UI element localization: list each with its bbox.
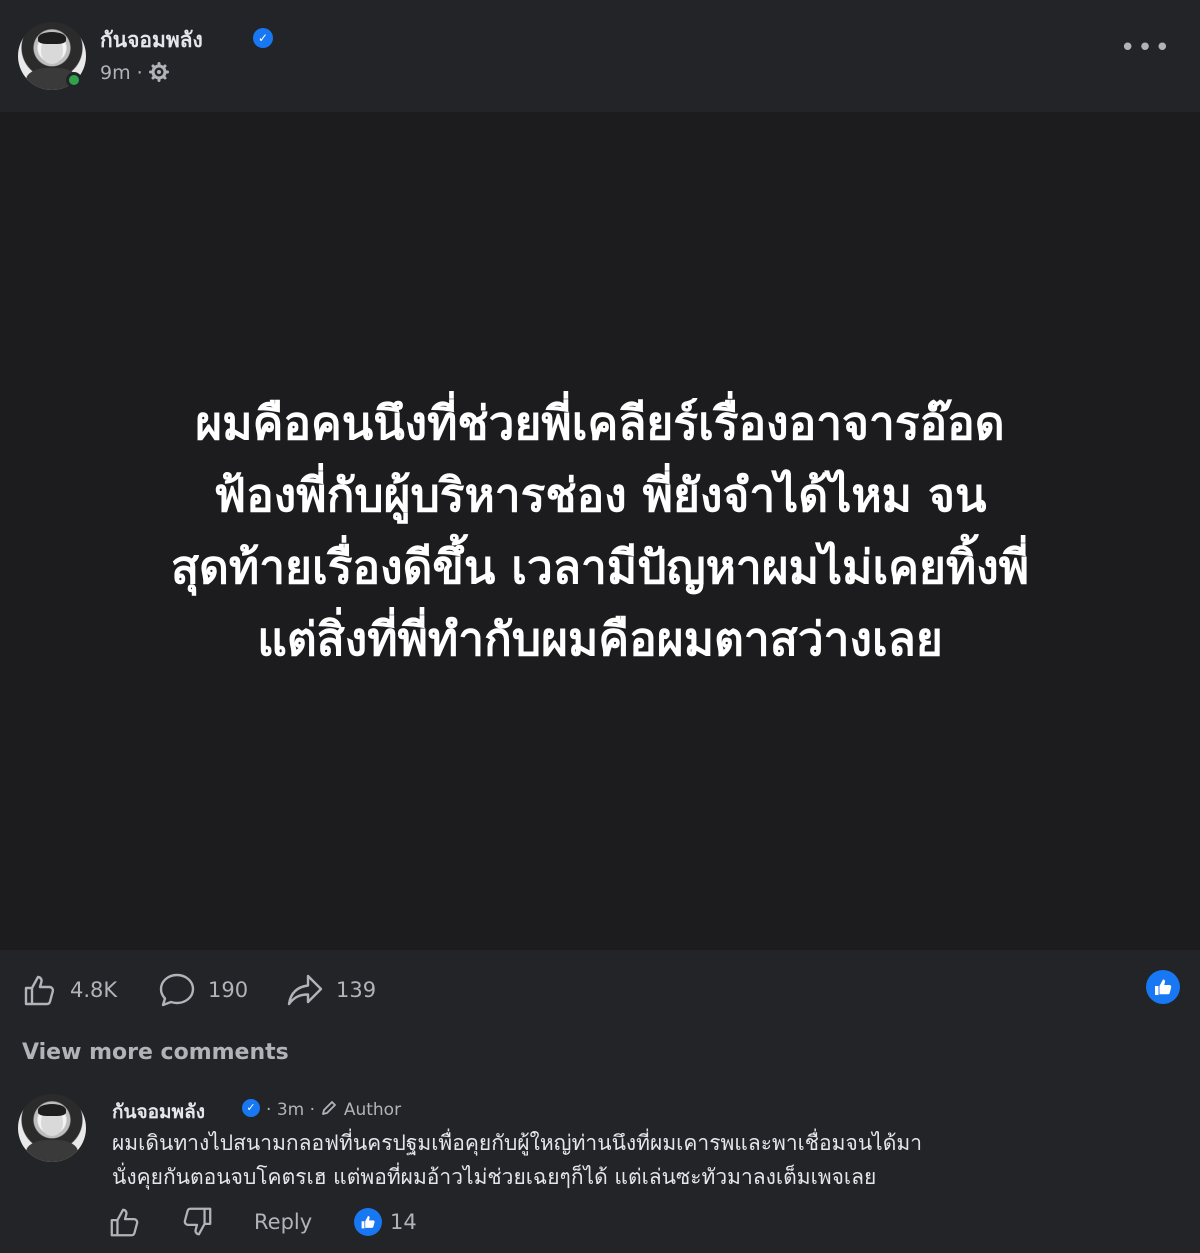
avatar-shirt: [26, 1140, 78, 1162]
share-button[interactable]: 139: [286, 972, 376, 1008]
post-image[interactable]: ผมคือคนนึงที่ช่วยพี่เคลียร์เรื่องอาจารอ๊…: [0, 112, 1200, 950]
comment-text-line: ผมเดินทางไปสนามกลอฟที่นครปฐมเพื่อคุยกับผ…: [112, 1131, 923, 1155]
comment-count: 190: [208, 978, 249, 1002]
comment-text-line: นั่งคุยกันตอนจบโคตรเฮ แต่พอที่ผมอ้าวไม่ช…: [112, 1165, 877, 1189]
verified-badge-icon: ✓: [253, 28, 273, 48]
post-text-line: ผมคือคนนึงที่ช่วยพี่เคลียร์เรื่องอาจารอ๊…: [195, 396, 1005, 450]
view-more-comments-link[interactable]: View more comments: [22, 1040, 289, 1065]
share-count: 139: [336, 978, 377, 1002]
thumbs-down-icon: [183, 1207, 212, 1236]
author-badge: Author: [343, 1100, 402, 1120]
verified-badge-icon: ✓: [242, 1099, 260, 1117]
post-header: กันจอมพลัง ✓ 9m · •••: [0, 0, 1200, 112]
comment-reactions[interactable]: 14: [354, 1202, 417, 1242]
meta-separator: ·: [136, 62, 143, 84]
post-text-line: แต่สิ่งที่พี่ทำกับผมคือผมตาสว่างเลย: [257, 612, 943, 666]
post-image-text: ผมคือคนนึงที่ช่วยพี่เคลียร์เรื่องอาจารอ๊…: [60, 387, 1140, 675]
post-time[interactable]: 9m: [100, 62, 131, 84]
post-text-line: ฟ้องพี่กับผู้บริหารช่อง พี่ยังจำได้ไหม จ…: [213, 468, 987, 522]
comment-like-button[interactable]: [108, 1202, 142, 1242]
online-status-dot: [66, 72, 82, 88]
comment-reply-button[interactable]: Reply: [254, 1202, 312, 1242]
share-arrow-icon: [287, 974, 323, 1006]
like-count: 4.8K: [70, 978, 118, 1002]
post-author-name[interactable]: กันจอมพลัง: [100, 24, 203, 57]
post-meta: 9m ·: [100, 62, 169, 87]
more-options-icon[interactable]: •••: [1120, 35, 1172, 61]
post-actions-bar: 4.8K 190 139: [0, 950, 1200, 1028]
comment-actions: Reply 14: [108, 1202, 508, 1242]
pencil-icon: [320, 1099, 338, 1122]
comment-dislike-button[interactable]: [180, 1202, 214, 1242]
comment-time[interactable]: 3m: [277, 1100, 304, 1120]
avatar-hair: [38, 1104, 66, 1116]
thumbs-up-icon: [24, 975, 55, 1006]
comment-bubble-icon: [159, 973, 195, 1007]
like-reaction-icon: [354, 1208, 382, 1236]
comment-author-name[interactable]: กันจอมพลัง: [112, 1097, 205, 1127]
like-button[interactable]: 4.8K: [22, 972, 117, 1008]
post-text-line: สุดท้ายเรื่องดีขึ้น เวลามีปัญหาผมไม่เคยท…: [170, 540, 1030, 594]
meta-separator: ·: [309, 1100, 316, 1120]
comment-text: ผมเดินทางไปสนามกลอฟที่นครปฐมเพื่อคุยกับผ…: [112, 1126, 1152, 1194]
gear-icon: [148, 62, 169, 87]
commenter-avatar[interactable]: [18, 1094, 86, 1162]
comment-reaction-count: 14: [390, 1210, 417, 1234]
like-reaction-icon[interactable]: [1146, 970, 1180, 1004]
meta-separator: ·: [266, 1100, 272, 1120]
avatar-hair: [38, 32, 66, 44]
comment-button[interactable]: 190: [158, 972, 248, 1008]
comment-meta: · 3m · Author: [266, 1099, 401, 1122]
thumbs-up-icon: [110, 1208, 139, 1237]
